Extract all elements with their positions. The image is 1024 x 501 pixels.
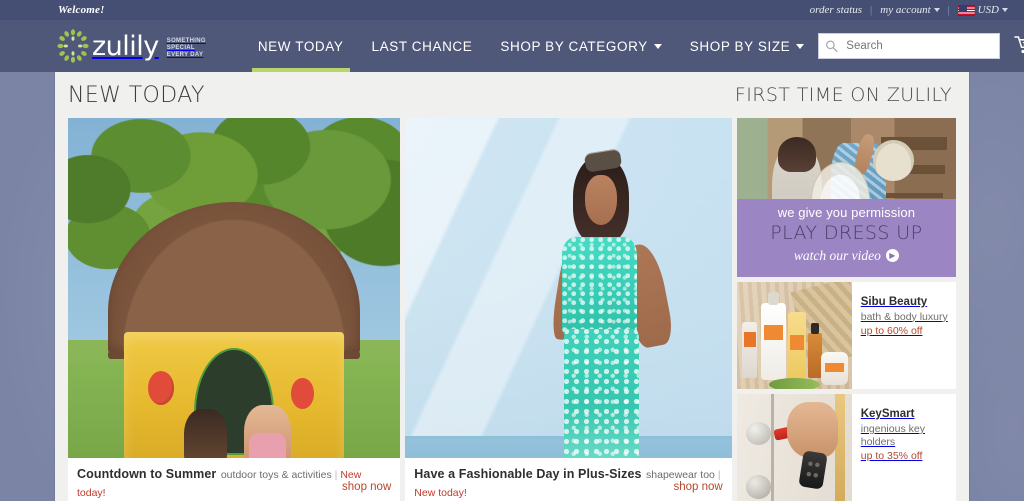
zulily-wordmark: zulily <box>92 30 159 62</box>
product-description: ingenious key holders <box>860 422 925 448</box>
welcome-message: Welcome! <box>58 4 105 16</box>
currency-menu[interactable]: USD <box>957 4 1008 16</box>
search-box[interactable] <box>818 33 1001 59</box>
currency-label: USD <box>977 4 999 16</box>
promo-band: we give you permission PLAY DRESS UP wat… <box>736 198 956 277</box>
shop-now-link[interactable]: shop now <box>342 481 391 493</box>
tile-caption: Countdown to Summer outdoor toys & activ… <box>68 458 401 501</box>
nav-label: LAST CHANCE <box>371 38 473 54</box>
watch-video-link[interactable]: watch our video ▶ <box>737 248 956 264</box>
order-status-link[interactable]: order status <box>810 4 862 16</box>
zulily-tagline: SOMETHING SPECIAL EVERY DAY <box>166 37 206 58</box>
product-card-keysmart[interactable]: KeySmart ingenious key holders up to 35%… <box>736 393 956 501</box>
nav-label: SHOP BY SIZE <box>689 38 791 54</box>
product-name: KeySmart <box>860 407 915 420</box>
tile-image-outdoor-toys <box>68 118 401 501</box>
tile-subtitle-text: shapewear too <box>646 469 715 481</box>
utility-bar: Welcome! order status | my account | USD <box>0 0 1024 20</box>
first-time-on-zulily-title: FIRST TIME ON ZULILY <box>734 84 952 106</box>
nav-item-shop-by-category[interactable]: SHOP BY CATEGORY <box>486 20 675 72</box>
first-time-rail: we give you permission PLAY DRESS UP wat… <box>736 118 956 501</box>
product-image-sibu-beauty <box>736 281 852 389</box>
main-navigation: NEW TODAY LAST CHANCE SHOP BY CATEGORY S… <box>244 20 818 72</box>
promo-play-dress-up[interactable]: we give you permission PLAY DRESS UP wat… <box>736 118 956 277</box>
zulily-logo[interactable]: zulily SOMETHING SPECIAL EVERY DAY <box>56 29 206 63</box>
tile-subtitle-text: outdoor toys & activities <box>220 469 332 481</box>
tile-title: Have a Fashionable Day in Plus-Sizes <box>414 467 642 481</box>
utility-separator-2: | <box>947 4 950 16</box>
tile-countdown-to-summer[interactable]: Countdown to Summer outdoor toys & activ… <box>68 118 401 501</box>
utility-links: order status | my account | USD <box>810 4 1008 16</box>
nav-item-new-today[interactable]: NEW TODAY <box>244 20 358 72</box>
my-account-menu[interactable]: my account <box>880 4 940 16</box>
my-account-label: my account <box>880 4 931 16</box>
nav-label: NEW TODAY <box>257 38 344 54</box>
basket-button[interactable]: BASKET <box>1014 35 1024 58</box>
sunburst-flower-icon <box>56 29 90 63</box>
promo-line-1: we give you permission <box>777 204 916 220</box>
play-arrow-icon: ▶ <box>885 249 899 263</box>
nav-item-shop-by-size[interactable]: SHOP BY SIZE <box>676 20 819 72</box>
tile-grid: Countdown to Summer outdoor toys & activ… <box>55 118 969 501</box>
us-flag-icon <box>957 4 975 16</box>
nav-label: SHOP BY CATEGORY <box>500 38 648 54</box>
tile-badge: New today! <box>414 487 467 499</box>
product-info: Sibu Beauty bath & body luxury up to 60%… <box>852 282 956 389</box>
shop-now-link[interactable]: shop now <box>674 481 723 493</box>
chevron-down-icon <box>933 8 940 13</box>
site-header: zulily SOMETHING SPECIAL EVERY DAY NEW T… <box>0 20 1024 72</box>
product-offer: up to 60% off <box>860 324 923 337</box>
chevron-down-icon <box>653 43 662 49</box>
search-input[interactable] <box>818 33 1001 59</box>
header-actions: BASKET <box>818 33 1024 59</box>
tile-caption: Have a Fashionable Day in Plus-Sizes sha… <box>405 458 732 501</box>
product-card-sibu-beauty[interactable]: Sibu Beauty bath & body luxury up to 60%… <box>736 281 956 389</box>
content-panel: NEW TODAY FIRST TIME ON ZULILY Countdown… <box>55 72 969 501</box>
nav-item-last-chance[interactable]: LAST CHANCE <box>358 20 487 72</box>
product-offer: up to 35% off <box>860 449 923 462</box>
product-image-keysmart <box>736 393 852 501</box>
page-title: NEW TODAY <box>68 82 205 108</box>
shopping-cart-icon <box>1014 35 1024 58</box>
chevron-down-icon <box>1002 8 1008 13</box>
tile-title: Countdown to Summer <box>77 467 217 481</box>
tile-plus-sizes[interactable]: Have a Fashionable Day in Plus-Sizes sha… <box>405 118 732 501</box>
promo-line-2: PLAY DRESS UP <box>770 221 923 244</box>
product-info: KeySmart ingenious key holders up to 35%… <box>852 394 956 501</box>
product-name: Sibu Beauty <box>860 295 928 308</box>
section-headers: NEW TODAY FIRST TIME ON ZULILY <box>55 72 969 118</box>
watch-video-label: watch our video <box>793 247 881 263</box>
chevron-down-icon <box>796 43 805 49</box>
product-description: bath & body luxury <box>860 310 948 323</box>
tile-image-plus-sizes <box>405 118 732 501</box>
utility-separator-1: | <box>870 4 873 16</box>
